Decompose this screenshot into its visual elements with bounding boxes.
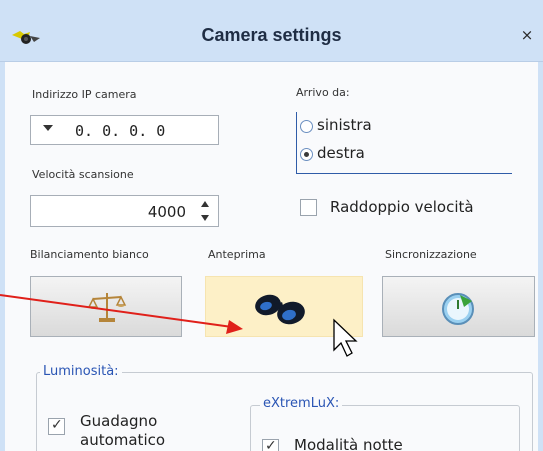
radio-destra-label: destra [317,144,365,162]
white-balance-button[interactable] [30,276,182,337]
guadagno-label-line1: Guadagno [80,412,158,430]
preview-button[interactable] [205,276,363,337]
title-bar[interactable]: Camera settings × [0,0,543,62]
modalita-notte-checkbox[interactable]: ✓ [262,438,279,451]
radio-sinistra-label: sinistra [317,116,372,134]
spin-down-icon[interactable] [201,215,209,221]
camera-settings-window: Camera settings × Indirizzo IP camera 0.… [0,0,543,451]
check-icon: ✓ [265,438,277,451]
spin-up-icon[interactable] [201,201,209,207]
ip-address-input[interactable]: 0. 0. 0. 0 [30,115,219,145]
raddoppio-label: Raddoppio velocità [330,198,474,216]
raddoppio-checkbox[interactable] [300,199,317,216]
ip-label: Indirizzo IP camera [32,88,137,101]
sync-label: Sincronizzazione [385,248,477,261]
close-icon: × [520,26,534,44]
balance-scale-icon [87,293,127,322]
sync-button[interactable] [382,276,535,337]
anteprima-label: Anteprima [208,248,266,261]
radio-selected-dot [304,152,309,157]
radio-sinistra[interactable] [300,120,313,133]
arrivo-label: Arrivo da: [296,86,350,99]
window-title: Camera settings [201,25,342,45]
luminosita-label: Luminosità: [40,364,122,379]
binoculars-icon [255,294,305,325]
close-button[interactable]: × [518,26,536,44]
radio-destra[interactable] [300,148,313,161]
speed-value: 4000 [147,203,186,221]
speed-stepper[interactable]: 4000 [30,195,219,227]
check-icon: ✓ [51,417,63,433]
extremlux-label: eXtremLuX: [260,396,343,411]
chevron-down-icon[interactable] [43,125,53,131]
modalita-notte-label: Modalità notte [294,436,403,451]
clock-sync-icon [442,293,474,325]
speed-label: Velocità scansione [32,168,134,181]
bianco-label: Bilanciamento bianco [30,248,149,261]
guadagno-checkbox[interactable]: ✓ [48,417,65,435]
ip-value: 0. 0. 0. 0 [75,122,166,140]
guadagno-label-line2: automatico [80,431,166,449]
